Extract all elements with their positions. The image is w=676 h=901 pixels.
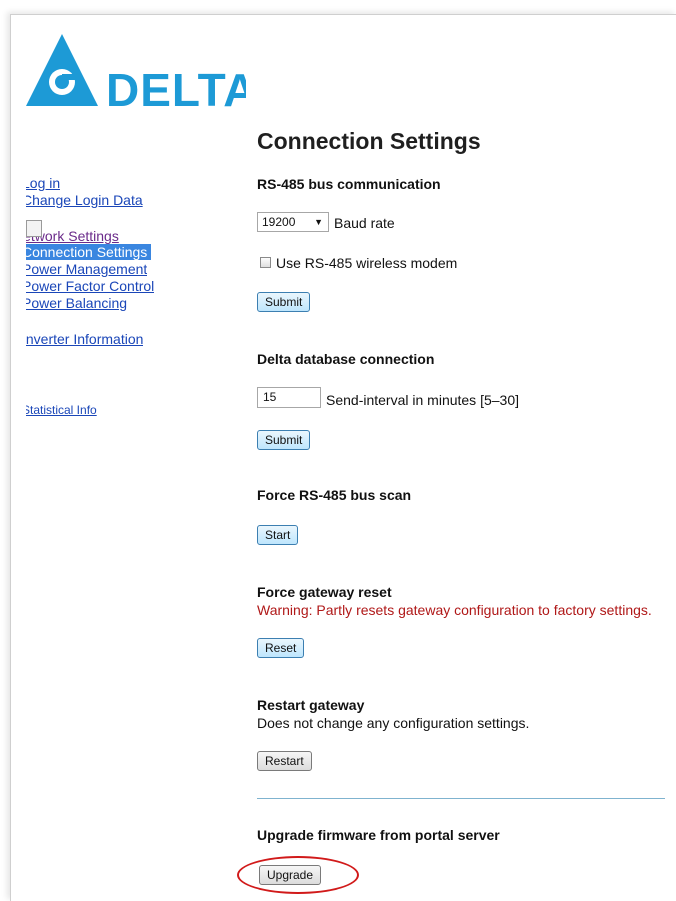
database-submit-button[interactable]: Submit bbox=[257, 430, 311, 450]
sidebar-item-connection[interactable]: Connection Settings bbox=[26, 244, 152, 260]
baud-rate-select[interactable]: 19200 ▼ bbox=[257, 212, 329, 232]
delta-logo: DELTA bbox=[26, 34, 246, 112]
restart-heading: Restart gateway bbox=[257, 697, 365, 713]
sidebar-item-power-balancing[interactable]: Power Balancing bbox=[26, 295, 127, 311]
start-scan-button[interactable]: Start bbox=[257, 525, 299, 545]
sidebar-item-inverter-information[interactable]: Inverter Information bbox=[26, 331, 143, 347]
baud-rate-label: Baud rate bbox=[334, 215, 395, 231]
chevron-down-icon: ▼ bbox=[314, 217, 323, 227]
sidebar-item-login[interactable]: Log in bbox=[26, 175, 60, 191]
restart-gateway-button[interactable]: Restart bbox=[257, 751, 312, 771]
restart-note: Does not change any configuration settin… bbox=[257, 715, 530, 731]
baud-rate-value: 19200 bbox=[262, 215, 296, 229]
bus-scan-heading: Force RS-485 bus scan bbox=[257, 487, 412, 503]
firmware-heading: Upgrade firmware from portal server bbox=[257, 827, 500, 843]
rs485-heading: RS-485 bus communication bbox=[257, 176, 441, 192]
broken-image-icon bbox=[26, 220, 42, 237]
reset-gateway-button[interactable]: Reset bbox=[257, 638, 305, 658]
page-title: Connection Settings bbox=[257, 128, 481, 154]
sidebar-item-power-factor[interactable]: Power Factor Control bbox=[26, 278, 154, 294]
rs485-submit-button[interactable]: Submit bbox=[257, 292, 311, 312]
svg-text:DELTA: DELTA bbox=[106, 64, 246, 112]
send-interval-input[interactable]: 15 bbox=[257, 387, 321, 408]
upgrade-firmware-button[interactable]: Upgrade bbox=[259, 865, 322, 885]
gateway-reset-heading: Force gateway reset bbox=[257, 584, 392, 600]
section-divider bbox=[257, 798, 665, 799]
send-interval-label: Send-interval in minutes [5–30] bbox=[326, 392, 519, 408]
sidebar-item-power-management[interactable]: Power Management bbox=[26, 261, 147, 277]
wireless-modem-checkbox[interactable] bbox=[260, 257, 271, 268]
gateway-reset-warning: Warning: Partly resets gateway configura… bbox=[257, 602, 652, 618]
sidebar-item-statistical-info[interactable]: Statistical Info bbox=[26, 403, 97, 417]
database-heading: Delta database connection bbox=[257, 351, 435, 367]
sidebar-item-change-login[interactable]: Change Login Data bbox=[26, 192, 143, 208]
wireless-modem-label: Use RS-485 wireless modem bbox=[276, 255, 458, 271]
